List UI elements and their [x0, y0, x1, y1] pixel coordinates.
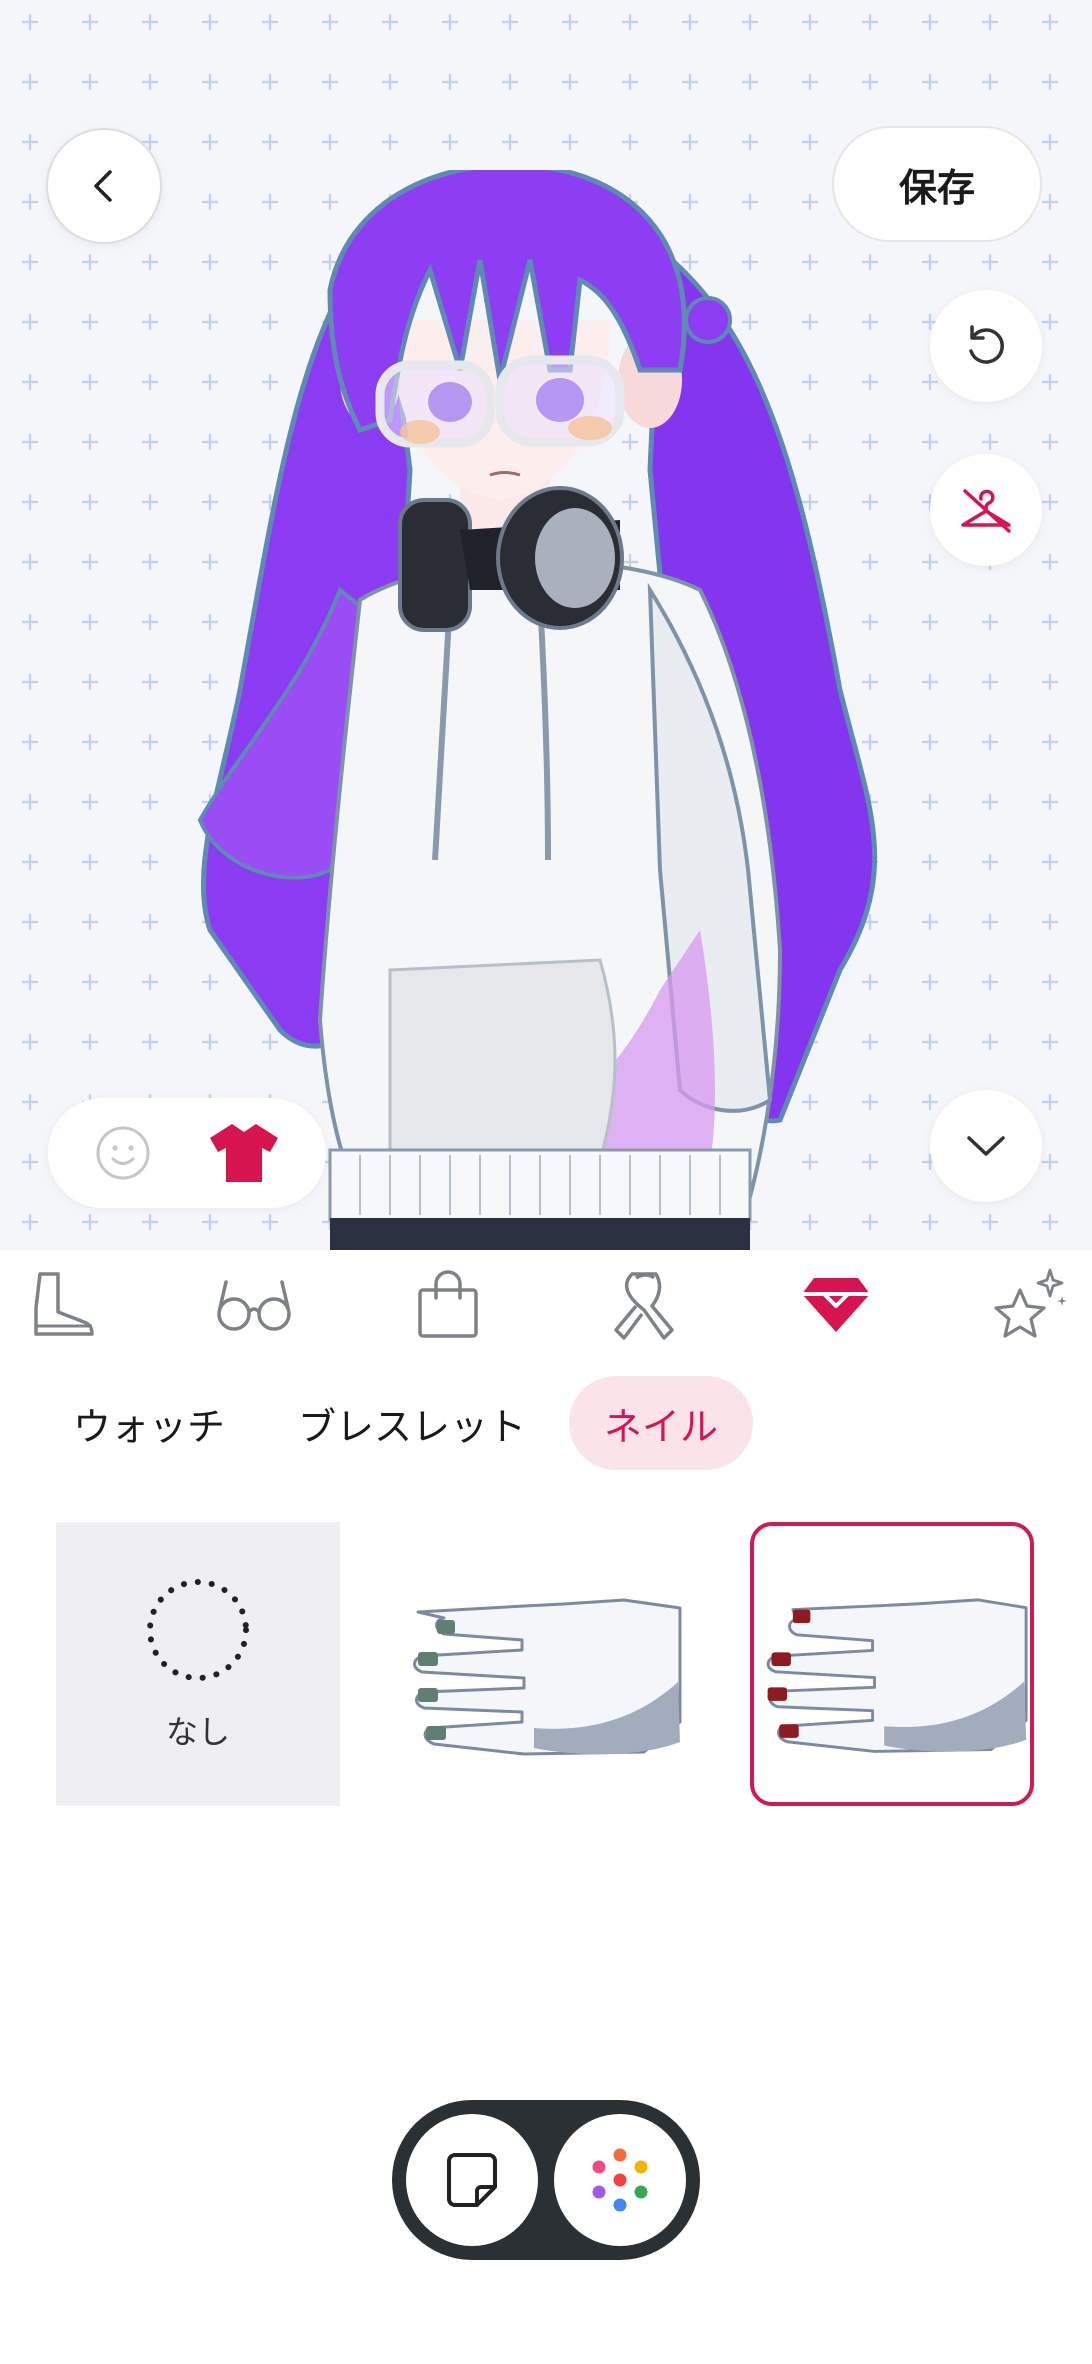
category-eyewear[interactable] — [212, 1262, 296, 1346]
boot-icon — [34, 1272, 94, 1336]
hide-clothes-icon — [961, 489, 1011, 533]
category-shoes[interactable] — [20, 1262, 104, 1346]
undo-icon — [969, 325, 1004, 364]
hand-nail-red-image — [766, 1598, 1028, 1753]
sticky-note-icon — [447, 2153, 497, 2207]
category-bar — [0, 1262, 1092, 1362]
category-bags[interactable] — [406, 1262, 490, 1346]
shirt-icon[interactable] — [208, 1120, 280, 1186]
face-icon[interactable] — [94, 1124, 152, 1182]
item-none-label: なし — [165, 1713, 230, 1751]
apps-button[interactable] — [554, 2114, 686, 2246]
sparkle-star-icon — [994, 1268, 1067, 1338]
reset-button[interactable] — [930, 290, 1042, 402]
glasses-icon — [217, 1280, 291, 1331]
save-button[interactable]: 保存 — [832, 126, 1042, 242]
tab-bracelet[interactable]: ブレスレット — [290, 1376, 534, 1470]
collapse-panel-button[interactable] — [930, 1090, 1042, 1202]
apps-dots-icon — [592, 2148, 648, 2212]
back-button[interactable] — [46, 128, 162, 244]
gem-icon — [802, 1278, 870, 1332]
bag-icon — [418, 1270, 478, 1338]
item-nail-red[interactable] — [750, 1522, 1034, 1806]
avatar-preview[interactable]: 保存 — [0, 0, 1092, 1250]
item-nail-green[interactable] — [404, 1522, 688, 1806]
item-none[interactable]: なし — [56, 1522, 340, 1806]
tab-nail[interactable]: ネイル — [569, 1376, 753, 1470]
edit-mode-toggle[interactable] — [48, 1098, 326, 1208]
hand-nail-green-image — [413, 1598, 682, 1756]
avatar-model[interactable] — [180, 170, 1000, 1250]
hide-clothes-button[interactable] — [930, 454, 1042, 566]
chevron-left-icon — [94, 170, 112, 202]
category-accessories[interactable] — [794, 1262, 878, 1346]
category-effects[interactable] — [988, 1262, 1072, 1346]
ribbon-icon — [614, 1272, 674, 1340]
tab-watch[interactable]: ウォッチ — [56, 1376, 242, 1470]
notes-button[interactable] — [406, 2114, 538, 2246]
dotted-circle-icon — [147, 1579, 249, 1681]
bottom-dock — [392, 2100, 700, 2260]
category-ribbons[interactable] — [602, 1262, 686, 1346]
chevron-down-icon — [967, 1136, 1005, 1156]
